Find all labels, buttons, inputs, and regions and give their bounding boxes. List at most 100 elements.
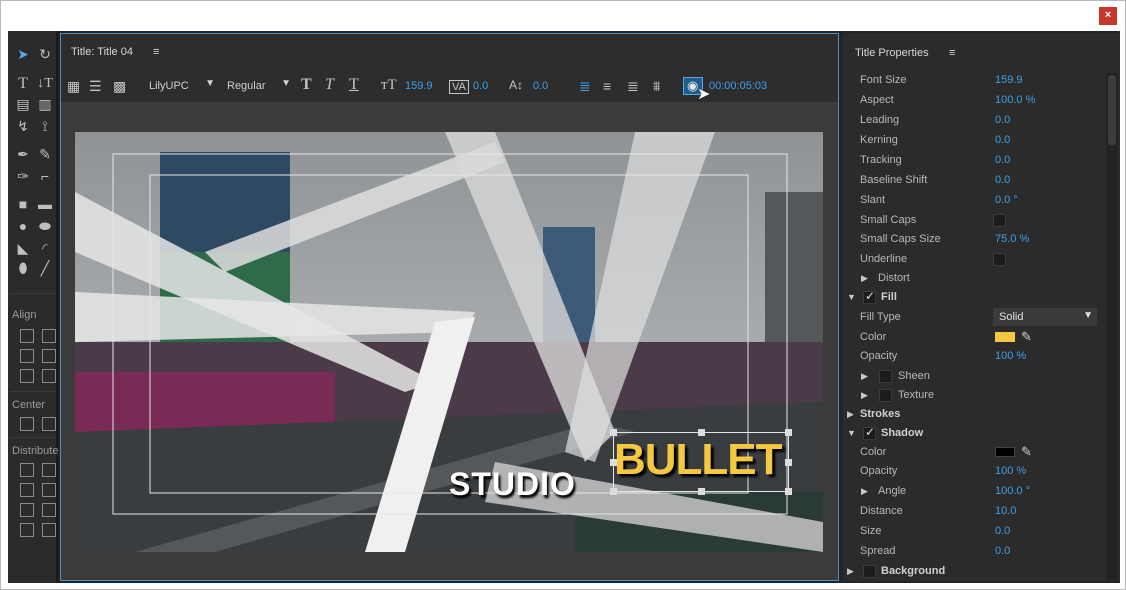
title-toolbar: ▦ ☰ ▩ LilyUPC ▼ Regular ▼ T T T ᴛT 159.9…	[61, 70, 838, 103]
background-checkbox[interactable]	[863, 565, 876, 578]
eyedropper-icon[interactable]: ✎	[1021, 329, 1032, 345]
align-center-text-icon[interactable]: ≡	[603, 78, 611, 94]
video-canvas[interactable]: STUDIO BULLET	[75, 132, 823, 552]
fill-type-select[interactable]: Solid ▼	[993, 308, 1097, 326]
vertical-path-type-tool-icon[interactable]: ⟟	[36, 117, 54, 135]
fill-checkbox[interactable]	[863, 289, 876, 304]
section-shadow[interactable]: ▼Shadow	[843, 424, 1101, 444]
oval-tool-icon[interactable]: ⬮	[14, 259, 32, 277]
distribute-vcenter-icon[interactable]	[42, 463, 56, 477]
selection-handle	[698, 488, 705, 495]
distribute-bottom-icon[interactable]	[42, 503, 56, 517]
line-tool-icon[interactable]: ╱	[36, 259, 54, 277]
sheen-checkbox[interactable]	[879, 370, 892, 383]
eyedropper-icon[interactable]: ✎	[1021, 444, 1032, 460]
leading-icon: A↕	[509, 78, 524, 92]
selection-tool-icon[interactable]: ➤	[14, 45, 32, 63]
leading-value[interactable]: 0.0	[533, 80, 548, 92]
font-family-select[interactable]: LilyUPC ▼	[143, 76, 219, 96]
rotation-tool-icon[interactable]: ↻	[36, 45, 54, 63]
prop-distance: Distance 10.0	[860, 505, 1017, 517]
shadow-color-swatch[interactable]	[995, 447, 1015, 457]
prop-texture[interactable]: ▶ Texture	[843, 386, 1101, 406]
align-vertical-center-icon[interactable]	[42, 329, 56, 343]
expand-arrow-icon: ▶	[847, 409, 854, 419]
small-caps-checkbox[interactable]	[993, 214, 1006, 227]
prop-sheen[interactable]: ▶ Sheen	[843, 367, 1101, 387]
studio-text[interactable]: STUDIO	[449, 466, 576, 503]
prop-distort[interactable]: ▶ Distort	[843, 269, 1101, 289]
center-section-label: Center	[12, 399, 46, 411]
properties-header: Title Properties	[855, 47, 929, 59]
section-background[interactable]: ▶ Background	[843, 562, 1101, 582]
area-type-tool-icon[interactable]: ▤	[14, 95, 32, 113]
convert-anchor-tool-icon[interactable]: ⌐	[36, 167, 54, 185]
distribute-right-icon[interactable]	[20, 503, 34, 517]
prop-slant: Slant 0.0 °	[860, 194, 1018, 206]
align-right-icon[interactable]	[20, 369, 34, 383]
align-left-icon[interactable]	[20, 329, 34, 343]
italic-icon[interactable]: T	[325, 76, 334, 94]
prop-angle[interactable]: ▶ Angle 100.0 °	[843, 482, 1101, 502]
selection-handle	[610, 459, 617, 466]
section-fill[interactable]: ▼Fill	[843, 288, 1101, 308]
roll-crawl-options-icon[interactable]: ☰	[89, 78, 102, 95]
align-horizontal-center-icon[interactable]	[20, 349, 34, 363]
bullet-text-selection[interactable]: BULLET	[610, 429, 792, 495]
delete-anchor-tool-icon[interactable]: ✎	[36, 145, 54, 163]
expand-arrow-icon: ▶	[861, 273, 868, 283]
expand-arrow-icon: ▶	[847, 566, 854, 576]
prop-small-caps-size: Small Caps Size 75.0 %	[860, 233, 1030, 245]
prop-spread: Spread 0.0	[860, 545, 1011, 557]
rounded-corner-tool-icon[interactable]: ⬬	[36, 217, 54, 235]
chevron-down-icon: ▼	[281, 78, 291, 89]
new-title-icon[interactable]: ▦	[67, 78, 80, 95]
vertical-type-tool-icon[interactable]: ↓T	[36, 75, 54, 93]
vertical-area-type-tool-icon[interactable]: ▥	[36, 95, 54, 113]
distribute-section-label: Distribute	[12, 445, 59, 457]
font-size-value[interactable]: 159.9	[405, 80, 433, 92]
templates-icon[interactable]: ▩	[113, 78, 126, 95]
rectangle-tool-icon[interactable]: ■	[14, 195, 32, 213]
texture-checkbox[interactable]	[879, 389, 892, 402]
title-panel: Title: Title 04 ≡ ▦ ☰ ▩ LilyUPC ▼ Regula…	[60, 33, 839, 581]
align-left-text-icon[interactable]: ≣	[579, 78, 591, 95]
pen-tool-icon[interactable]: ✒	[14, 145, 32, 163]
section-strokes[interactable]: ▶ Strokes	[843, 405, 1101, 425]
underline-icon[interactable]: T	[349, 76, 359, 94]
bold-icon[interactable]: T	[301, 76, 312, 94]
type-tool-icon[interactable]: T	[14, 75, 32, 93]
ellipse-tool-icon[interactable]: ●	[14, 217, 32, 235]
selection-handle	[610, 429, 617, 436]
tools-panel: ➤ ↻ T ↓T ▤ ▥ ↯ ⟟ ✒ ✎ ✑ ⌐ ■ ▬ ● ⬬ ◣ ◜ ⬮ ╱…	[8, 31, 58, 583]
distribute-horizontal-icon[interactable]	[20, 523, 34, 537]
timecode[interactable]: 00:00:05:03	[709, 80, 767, 92]
center-vertical-icon[interactable]	[42, 417, 56, 431]
shadow-checkbox[interactable]	[863, 425, 876, 440]
panel-menu-icon[interactable]: ≡	[153, 46, 159, 58]
align-right-text-icon[interactable]: ≣	[627, 78, 639, 95]
align-bottom-icon[interactable]	[42, 369, 56, 383]
title-designer: ➤ ↻ T ↓T ▤ ▥ ↯ ⟟ ✒ ✎ ✑ ⌐ ■ ▬ ● ⬬ ◣ ◜ ⬮ ╱…	[8, 31, 1120, 583]
kerning-value[interactable]: 0.0	[473, 80, 488, 92]
properties-scrollbar[interactable]	[1106, 73, 1118, 579]
arc-tool-icon[interactable]: ◜	[36, 239, 54, 257]
tab-stops-icon[interactable]: ⩩	[653, 78, 660, 95]
align-top-icon[interactable]	[42, 349, 56, 363]
fill-color-swatch[interactable]	[995, 332, 1015, 342]
center-horizontal-icon[interactable]	[20, 417, 34, 431]
path-type-tool-icon[interactable]: ↯	[14, 117, 32, 135]
properties-menu-icon[interactable]: ≡	[949, 47, 955, 59]
close-button[interactable]: ×	[1099, 7, 1117, 25]
rounded-rectangle-tool-icon[interactable]: ▬	[36, 195, 54, 213]
font-style-select[interactable]: Regular ▼	[221, 76, 293, 96]
distribute-top-icon[interactable]	[42, 483, 56, 497]
selection-handle	[698, 429, 705, 436]
bullet-text[interactable]: BULLET	[614, 435, 783, 485]
distribute-hcenter-icon[interactable]	[20, 483, 34, 497]
distribute-vertical-icon[interactable]	[42, 523, 56, 537]
distribute-left-icon[interactable]	[20, 463, 34, 477]
underline-checkbox[interactable]	[993, 253, 1006, 266]
wedge-tool-icon[interactable]: ◣	[14, 239, 32, 257]
add-anchor-tool-icon[interactable]: ✑	[14, 167, 32, 185]
